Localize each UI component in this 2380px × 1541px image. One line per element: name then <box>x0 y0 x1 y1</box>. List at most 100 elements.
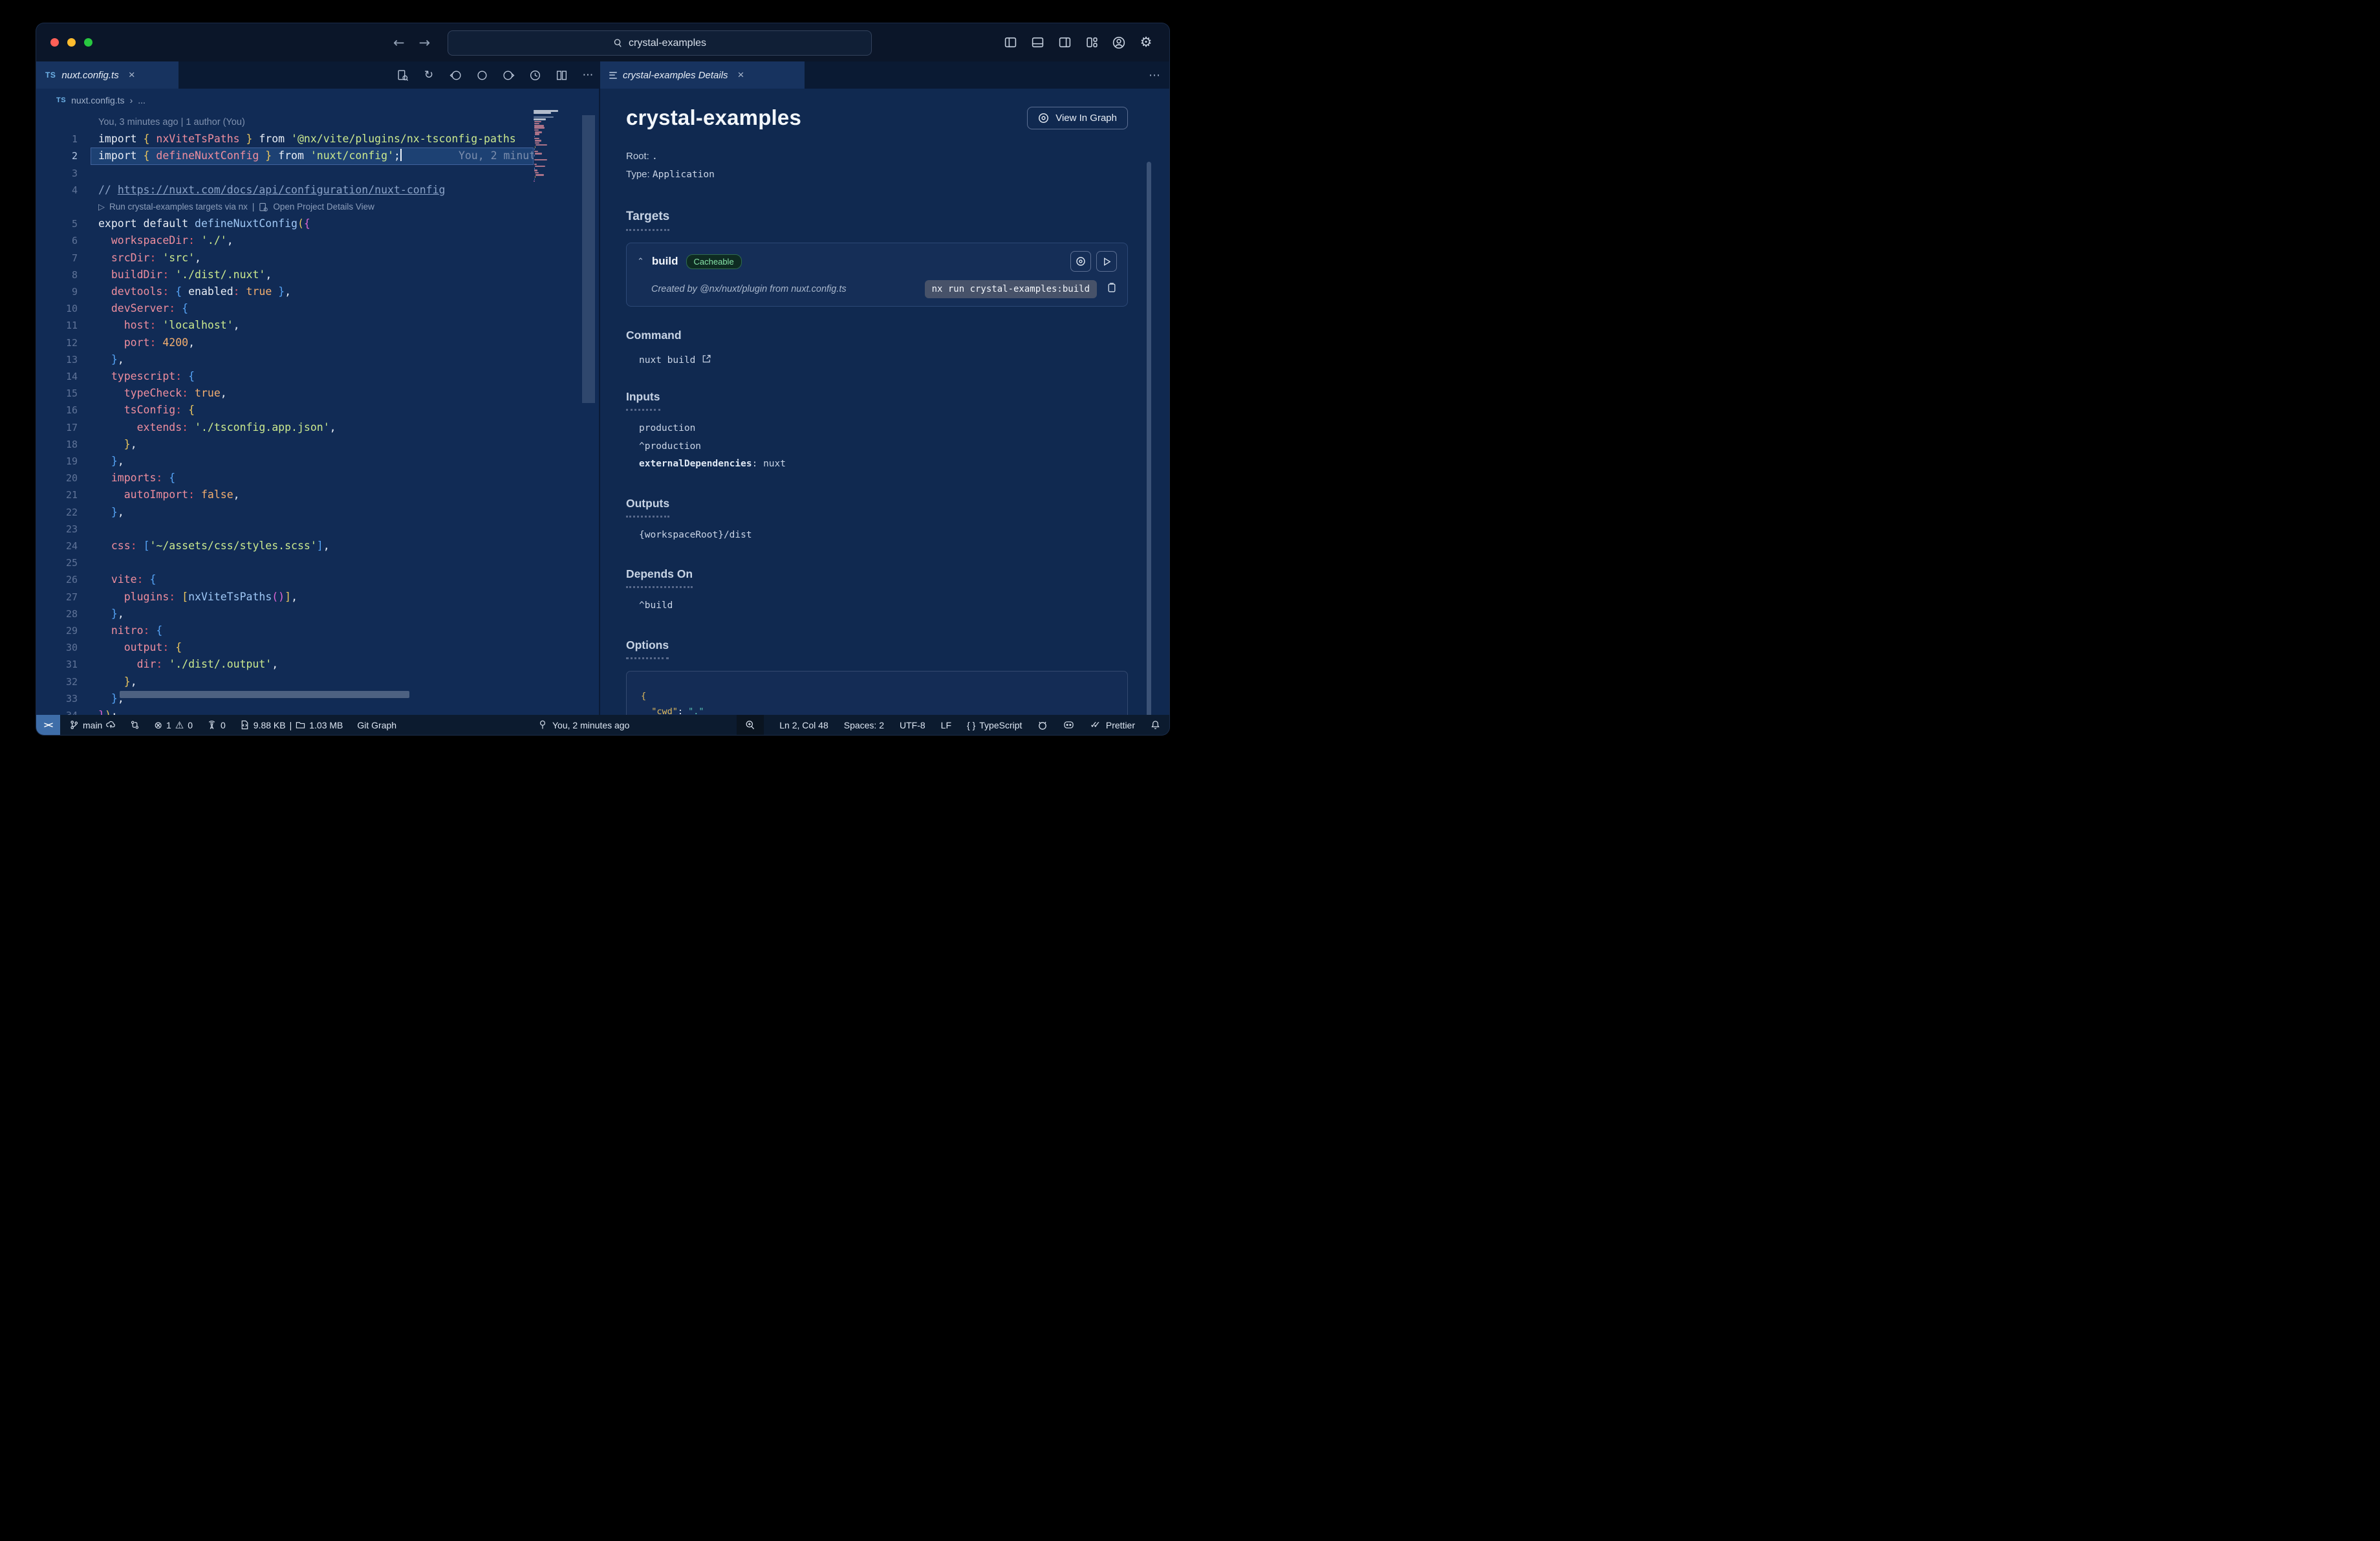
copilot-icon[interactable] <box>1063 720 1074 730</box>
collapse-chevron-icon[interactable]: ⌃ <box>637 256 644 267</box>
file-icon <box>241 720 248 730</box>
minimap-line <box>534 116 554 118</box>
cursor-position-item[interactable]: Ln 2, Col 48 <box>779 720 828 730</box>
timeline-icon[interactable] <box>528 69 541 82</box>
minimap-line <box>535 146 536 148</box>
code-line: 12 port: 4200, <box>65 336 195 349</box>
outputs-list: {workspaceRoot}/dist <box>626 527 1128 545</box>
depends-on-heading: Depends On <box>626 567 693 588</box>
file-size-item[interactable]: 9.88 KB | 1.03 MB <box>240 720 343 730</box>
codelens-run-link[interactable]: Run crystal-examples targets via nx <box>109 199 248 215</box>
settings-gear-icon[interactable]: ⚙ <box>1138 35 1154 50</box>
editor-horizontal-scrollbar[interactable] <box>120 691 409 698</box>
encoding-item[interactable]: UTF-8 <box>900 720 925 730</box>
discard-changes-icon[interactable]: ↻ <box>422 69 435 82</box>
minimap[interactable] <box>534 110 582 715</box>
code-line: 17 extends: './tsconfig.app.json', <box>65 421 336 433</box>
minimap-line <box>534 137 539 140</box>
notifications-bell-icon[interactable] <box>1151 720 1160 730</box>
code-line: 3 <box>71 167 78 179</box>
open-changes-icon[interactable] <box>396 69 409 82</box>
tab-project-details[interactable]: crystal-examples Details × <box>600 61 805 89</box>
text-cursor <box>400 149 402 162</box>
close-window-button[interactable] <box>50 38 59 47</box>
view-in-graph-button[interactable]: View In Graph <box>1027 106 1128 129</box>
code-line: 27 plugins: [nxViteTsPaths()], <box>65 590 298 603</box>
minimap-line <box>534 150 538 153</box>
code-line: 6 workspaceDir: './', <box>71 234 233 247</box>
maximize-window-button[interactable] <box>84 38 92 47</box>
indentation-item[interactable]: Spaces: 2 <box>844 720 884 730</box>
git-blame-annotation: You, 3 minutes ago | 1 author (You) <box>98 117 245 127</box>
code-editor[interactable]: TS nuxt.config.ts › ... 1 import { nxVite… <box>36 89 599 715</box>
project-type: Type: Application <box>626 169 715 180</box>
code-line: 21 autoImport: false, <box>65 488 240 501</box>
double-check-icon: ✓✓ <box>1090 719 1101 730</box>
problems-item[interactable]: ⊗ 1 ⚠ 0 <box>154 719 193 731</box>
input-item: ^production <box>639 441 702 452</box>
output-item: {workspaceRoot}/dist <box>639 529 752 540</box>
account-icon[interactable] <box>1111 35 1127 50</box>
folder-icon <box>296 722 305 728</box>
project-details-panel: crystal-examples View In Graph Root: . T… <box>600 89 1169 715</box>
close-tab-icon[interactable]: × <box>738 69 744 82</box>
minimap-line <box>534 118 546 120</box>
copy-command-icon[interactable] <box>1106 282 1117 296</box>
editor-vertical-scrollbar[interactable] <box>582 115 595 403</box>
minimap-line <box>536 174 545 176</box>
customize-layout-icon[interactable] <box>1084 35 1099 50</box>
run-target-icon[interactable]: ▷ <box>98 199 105 215</box>
toggle-primary-sidebar-icon[interactable] <box>1002 35 1018 50</box>
run-target-button[interactable] <box>1096 251 1117 272</box>
command-center-search[interactable]: crystal-examples <box>448 30 872 56</box>
codelens-row: ▷ Run crystal-examples targets via nx | … <box>36 199 534 215</box>
toggle-secondary-sidebar-icon[interactable] <box>1057 35 1072 50</box>
prettier-item[interactable]: ✓✓ Prettier <box>1090 719 1135 730</box>
inline-blame: You, 2 minut <box>458 149 534 162</box>
navigate-forward-button[interactable]: → <box>419 35 431 50</box>
git-graph-item[interactable]: Git Graph <box>357 720 396 730</box>
remote-indicator[interactable]: >< <box>36 715 60 735</box>
code-line: 9 devtools: { enabled: true }, <box>71 285 292 298</box>
breadcrumb[interactable]: TS nuxt.config.ts › ... <box>56 91 146 109</box>
close-tab-icon[interactable]: × <box>129 69 135 82</box>
git-compare-icon <box>131 721 139 729</box>
minimap-line <box>535 165 545 168</box>
eol-item[interactable]: LF <box>941 720 951 730</box>
tab-nuxt-config[interactable]: TS nuxt.config.ts × <box>36 61 178 89</box>
zoom-item[interactable] <box>737 715 764 735</box>
git-compare-item[interactable] <box>130 720 140 730</box>
project-details-view-icon[interactable] <box>259 202 268 212</box>
panel-scrollbar[interactable] <box>1147 162 1151 715</box>
command-value: nuxt build <box>639 355 696 366</box>
codelens-open-link[interactable]: Open Project Details View <box>273 199 374 215</box>
minimap-line <box>534 178 536 180</box>
minimap-line <box>535 171 539 174</box>
git-branch-item[interactable]: main <box>69 720 116 730</box>
view-target-in-graph-button[interactable] <box>1070 251 1091 272</box>
git-branch-icon <box>70 720 78 730</box>
external-link-icon[interactable] <box>702 354 711 367</box>
search-icon <box>614 39 622 47</box>
target-build-card: ⌃ build Cacheable Created by @nx/nuxt/pl… <box>626 243 1128 307</box>
minimap-line <box>535 131 542 133</box>
gitlens-icon[interactable] <box>1037 720 1048 730</box>
code-line: 10 devServer: { <box>65 302 189 315</box>
toggle-panel-icon[interactable] <box>1030 35 1045 50</box>
panel-more-actions-icon[interactable]: ⋯ <box>1149 61 1160 89</box>
ports-item[interactable]: 0 <box>207 720 226 730</box>
next-change-icon[interactable] <box>502 69 515 82</box>
language-mode-item[interactable]: { } TypeScript <box>967 720 1022 730</box>
vscode-window: ← → crystal-examples ⚙ TS nuxt.config.ts… <box>36 23 1169 735</box>
input-item: production <box>639 423 696 433</box>
navigate-back-button[interactable]: ← <box>393 35 405 50</box>
code-line: 20 imports: { <box>65 472 176 485</box>
code-line: 32 }, <box>65 675 137 688</box>
minimize-window-button[interactable] <box>67 38 76 47</box>
split-editor-icon[interactable] <box>555 69 568 82</box>
more-actions-icon[interactable]: ⋯ <box>581 69 594 82</box>
previous-change-icon[interactable] <box>449 69 462 82</box>
gitlens-blame-item[interactable]: You, 2 minutes ago <box>538 720 629 730</box>
minimap-line <box>534 180 535 182</box>
current-change-icon[interactable] <box>475 69 488 82</box>
